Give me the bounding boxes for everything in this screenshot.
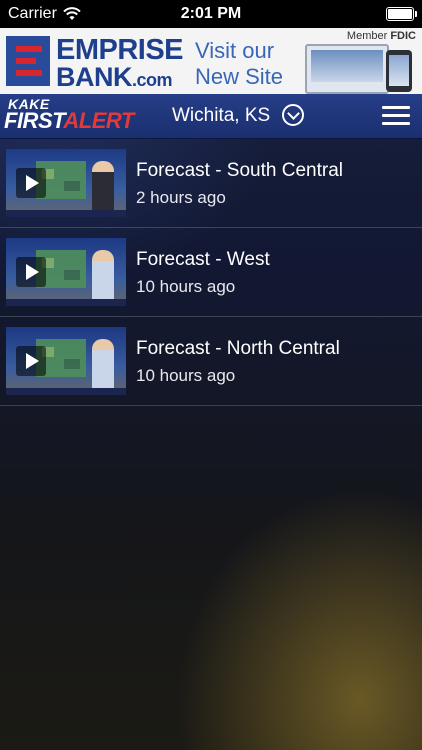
battery-full-icon — [386, 7, 417, 21]
video-timestamp: 2 hours ago — [136, 188, 226, 207]
nav-bar: KAKE FIRSTALERT Wichita, KS — [0, 94, 422, 139]
video-timestamp: 10 hours ago — [136, 366, 236, 385]
list-item[interactable]: Forecast - West 10 hours ago — [0, 228, 422, 317]
video-thumbnail[interactable] — [6, 149, 126, 217]
video-thumbnail[interactable] — [6, 327, 126, 395]
video-title: Forecast - North Central — [136, 338, 340, 359]
play-icon[interactable] — [16, 257, 46, 287]
logo-first-alert: FIRSTALERT — [4, 108, 134, 134]
ad-cta-line2: New Site — [195, 64, 284, 89]
status-bar: Carrier 2:01 PM — [0, 0, 422, 28]
ad-brand-name: BANK — [56, 62, 133, 92]
ad-member-fdic: Member FDIC — [347, 30, 416, 42]
ad-member-prefix: Member — [346, 30, 388, 42]
play-icon[interactable] — [16, 168, 46, 198]
logo-alert: ALERT — [63, 108, 134, 133]
logo-first: FIRST — [4, 108, 64, 133]
video-title: Forecast - West — [136, 249, 270, 270]
app-logo: KAKE FIRSTALERT — [4, 96, 134, 136]
video-title: Forecast - South Central — [136, 160, 343, 181]
list-item[interactable]: Forecast - South Central 2 hours ago — [0, 139, 422, 228]
chevron-down-circle-icon[interactable] — [282, 104, 304, 126]
ad-brand-line2: BANK.com — [56, 62, 173, 93]
video-thumbnail[interactable] — [6, 238, 126, 306]
ad-cta-line1: Visit our — [195, 38, 275, 63]
video-timestamp: 10 hours ago — [136, 277, 236, 296]
list-item[interactable]: Forecast - North Central 10 hours ago — [0, 317, 422, 406]
ad-fdic: FDIC — [390, 30, 416, 42]
ad-brand-suffix: .com — [132, 70, 173, 90]
hamburger-menu-icon[interactable] — [382, 106, 410, 126]
location-selector[interactable]: Wichita, KS — [172, 105, 270, 127]
clock: 2:01 PM — [180, 5, 242, 22]
bank-logo-icon — [6, 36, 50, 86]
ad-banner[interactable]: EMPRISE BANK.com Visit our New Site Memb… — [0, 28, 422, 94]
phone-image — [386, 50, 412, 92]
laptop-image — [305, 44, 389, 94]
video-list: Forecast - South Central 2 hours ago For… — [0, 139, 422, 406]
play-icon[interactable] — [16, 346, 46, 376]
